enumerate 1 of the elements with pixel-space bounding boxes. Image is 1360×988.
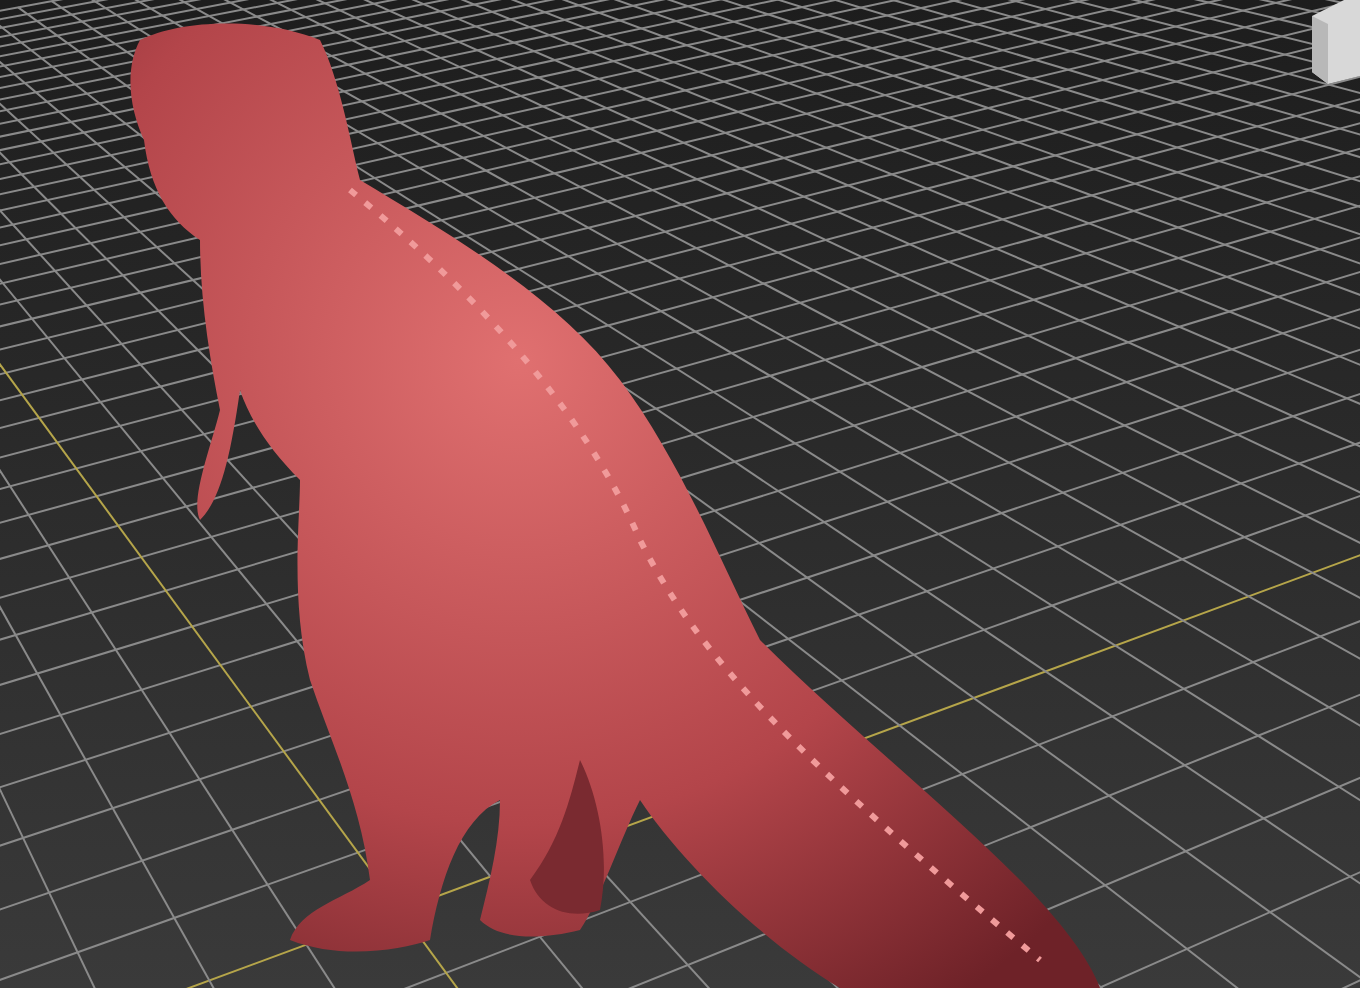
view-cube-icon[interactable]: [1312, 0, 1360, 84]
